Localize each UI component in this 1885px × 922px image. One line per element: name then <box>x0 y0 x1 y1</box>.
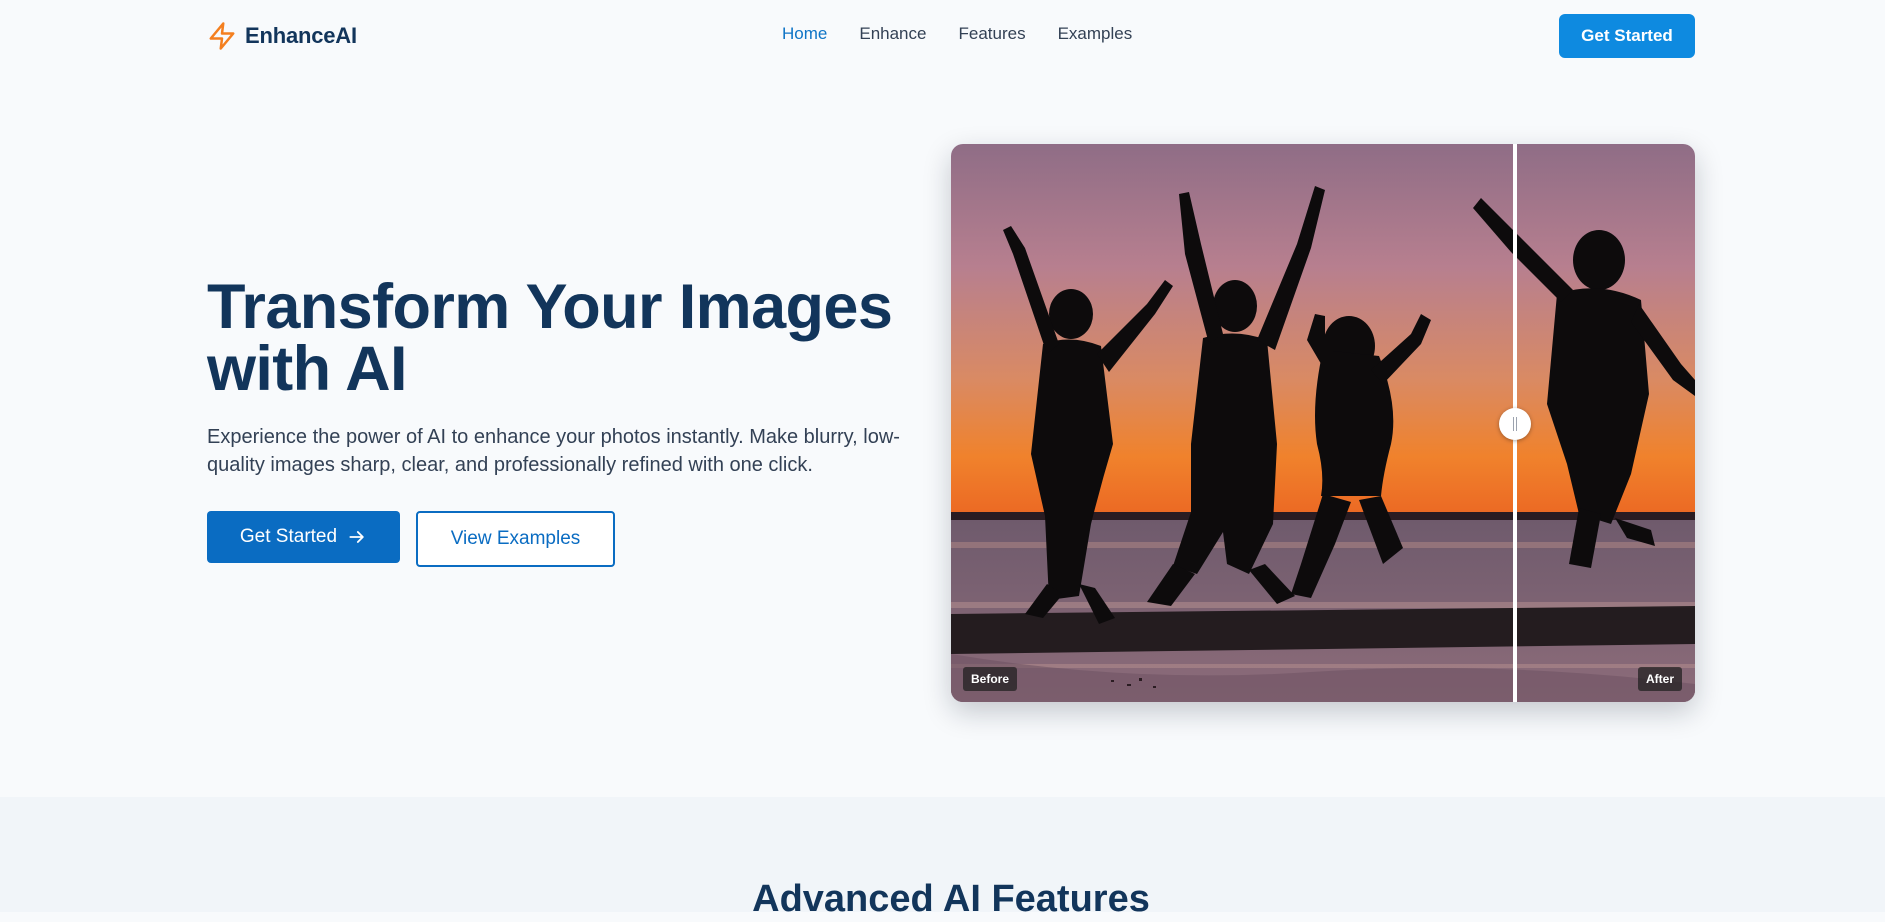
features-title: Advanced AI Features <box>752 878 1150 920</box>
view-examples-button[interactable]: View Examples <box>416 511 615 567</box>
brand-name: EnhanceAI <box>245 23 357 48</box>
nav-examples[interactable]: Examples <box>1058 24 1133 44</box>
header-get-started-button[interactable]: Get Started <box>1559 14 1695 58</box>
nav-home[interactable]: Home <box>782 24 827 44</box>
before-label: Before <box>963 667 1018 691</box>
lightning-bolt-icon <box>209 22 235 50</box>
main-nav: Home Enhance Features Examples <box>782 24 1132 44</box>
nav-features[interactable]: Features <box>958 24 1025 44</box>
site-header: EnhanceAI Home Enhance Features Examples… <box>0 0 1885 72</box>
hero-get-started-button[interactable]: Get Started <box>207 511 400 563</box>
hero-title: Transform Your Images with AI <box>207 272 893 404</box>
hero-get-started-label: Get Started <box>239 526 338 547</box>
arrow-right-icon <box>349 531 364 543</box>
brand-logo[interactable]: EnhanceAI <box>207 18 357 54</box>
slider-handle-icon[interactable] <box>1499 408 1531 440</box>
hero-subtitle: Experience the power of AI to enhance yo… <box>207 426 900 476</box>
handle-grip <box>1513 417 1517 431</box>
sunset-jump-photo <box>951 144 1695 702</box>
after-label: After <box>1638 667 1683 691</box>
before-after-compare[interactable]: Before After <box>951 144 1695 702</box>
nav-enhance[interactable]: Enhance <box>859 24 926 44</box>
